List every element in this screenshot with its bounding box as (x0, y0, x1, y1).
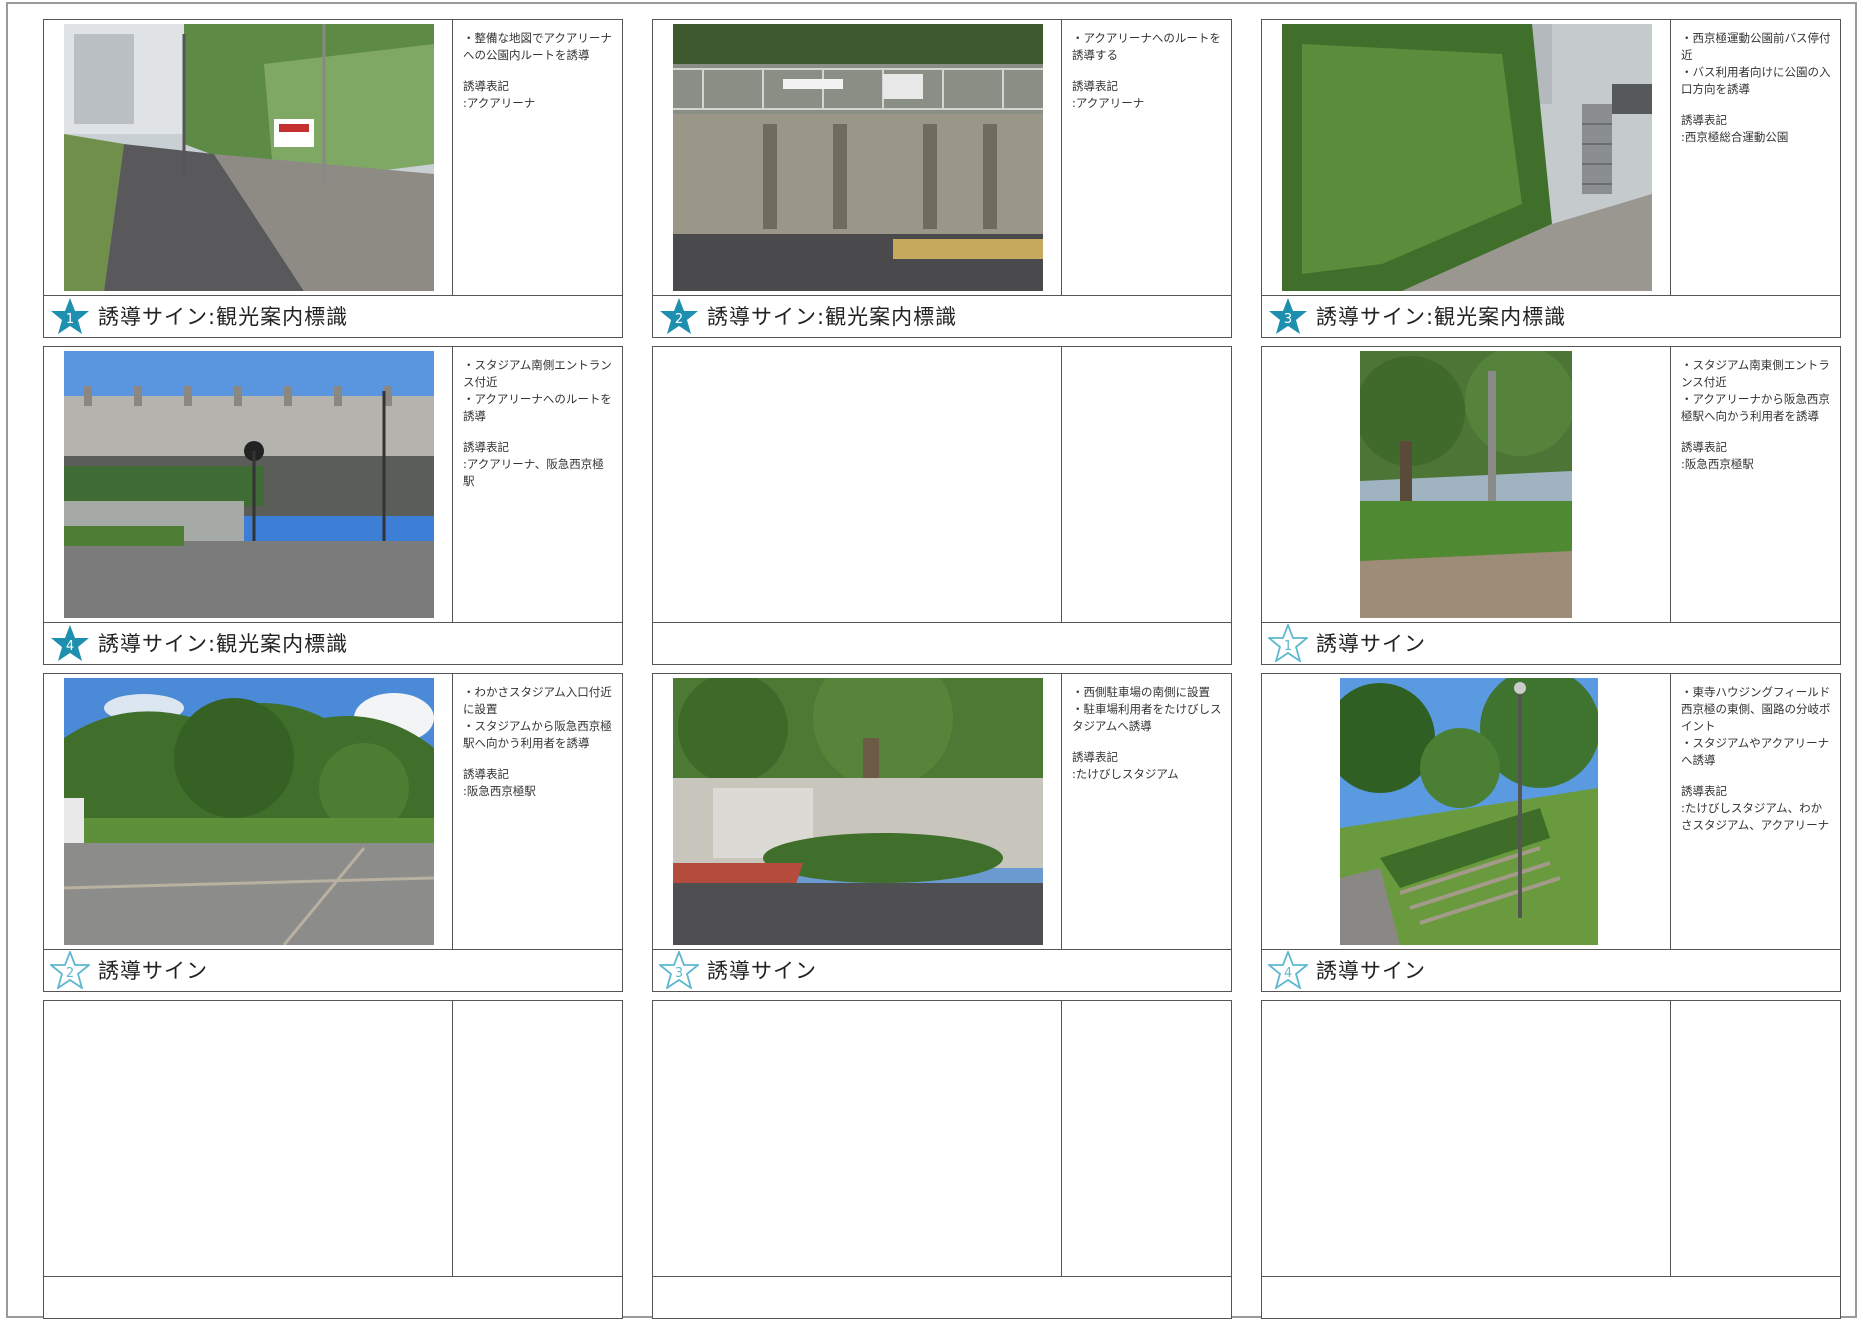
park-path-with-fence-photo (64, 24, 434, 291)
sign-card-8: ・西側駐車場の南側に設置 ・駐車場利用者をたけびしスタジアムへ誘導 誘導表記 :… (652, 673, 1232, 992)
sign-card-7: ・わかさスタジアム入口付近に設置 ・スタジアムから阪急西京極駅へ向かう利用者を誘… (43, 673, 623, 992)
note-indication: 誘導表記 :たけびしスタジアム (1072, 750, 1179, 781)
photo-area (44, 20, 453, 295)
star-badge-outline-icon: 1 (1268, 624, 1308, 662)
photo-area (44, 347, 453, 622)
note-description: ・東寺ハウジングフィールド西京極の東側、園路の分岐ポイント ・スタジアムやアクア… (1681, 685, 1831, 767)
note-indication: 誘導表記 :阪急西京極駅 (463, 767, 536, 798)
sign-type-label: 誘導サイン (1316, 959, 1426, 983)
sign-footer: 1 誘導サイン (1262, 622, 1840, 663)
badge-number: 1 (1284, 639, 1292, 654)
sign-type-label: 誘導サイン:観光案内標識 (1316, 305, 1567, 329)
note-description: ・スタジアム南東側エントランス付近 ・アクアリーナから阪急西京極駅へ向かう利用者… (1681, 358, 1830, 423)
sign-card-6: ・スタジアム南東側エントランス付近 ・アクアリーナから阪急西京極駅へ向かう利用者… (1261, 346, 1841, 665)
sign-footer (44, 1276, 622, 1317)
sign-footer (653, 622, 1231, 663)
sign-type-label: 誘導サイン (707, 959, 817, 983)
sign-card-12 (1261, 1000, 1841, 1319)
badge-number: 1 (66, 312, 74, 327)
sign-notes: ・わかさスタジアム入口付近に設置 ・スタジアムから阪急西京極駅へ向かう利用者を誘… (453, 674, 621, 949)
sign-notes: ・スタジアム南側エントランス付近 ・アクアリーナへのルートを誘導 誘導表記 :ア… (453, 347, 621, 622)
note-description: ・西側駐車場の南側に設置 ・駐車場利用者をたけびしスタジアムへ誘導 (1072, 685, 1222, 733)
sign-card-3: ・西京極運動公園前バス停付近 ・バス利用者向けに公園の入口方向を誘導 誘導表記 … (1261, 19, 1841, 338)
star-badge-icon: 4 (51, 625, 89, 661)
photo-area (653, 674, 1062, 949)
concrete-wall-with-railing-photo (673, 24, 1043, 291)
sign-type-label: 誘導サイン (1316, 632, 1426, 656)
sign-notes (1062, 347, 1230, 622)
badge-number: 4 (1284, 966, 1292, 981)
sign-footer: 2 誘導サイン:観光案内標識 (653, 295, 1231, 336)
sign-footer: 2 誘導サイン (44, 949, 622, 990)
tree-island-parking-photo (673, 678, 1043, 945)
note-indication: 誘導表記 :アクアリーナ、阪急西京極駅 (463, 440, 604, 488)
photo-area (653, 20, 1062, 295)
note-description: ・わかさスタジアム入口付近に設置 ・スタジアムから阪急西京極駅へ向かう利用者を誘… (463, 685, 612, 750)
photo-area (1262, 1001, 1671, 1276)
parking-lot-trees-photo (64, 678, 434, 945)
sign-type-label: 誘導サイン:観光案内標識 (707, 305, 958, 329)
sign-notes: ・東寺ハウジングフィールド西京極の東側、園路の分岐ポイント ・スタジアムやアクア… (1671, 674, 1839, 949)
sign-footer (1262, 1276, 1840, 1317)
note-description: ・西京極運動公園前バス停付近 ・バス利用者向けに公園の入口方向を誘導 (1681, 31, 1831, 96)
sign-notes: ・西側駐車場の南側に設置 ・駐車場利用者をたけびしスタジアムへ誘導 誘導表記 :… (1062, 674, 1230, 949)
sign-notes: ・スタジアム南東側エントランス付近 ・アクアリーナから阪急西京極駅へ向かう利用者… (1671, 347, 1839, 622)
sign-footer: 3 誘導サイン:観光案内標識 (1262, 295, 1840, 336)
sign-notes: ・西京極運動公園前バス停付近 ・バス利用者向けに公園の入口方向を誘導 誘導表記 … (1671, 20, 1839, 295)
sign-type-label: 誘導サイン (98, 959, 208, 983)
note-description: ・アクアリーナへのルートを誘導する (1072, 31, 1221, 62)
star-badge-icon: 1 (51, 298, 89, 334)
note-indication: 誘導表記 :たけびしスタジアム、わかさスタジアム、アクアリーナ (1681, 784, 1830, 832)
badge-number: 3 (1284, 312, 1292, 327)
photo-area (1262, 347, 1671, 622)
sign-type-label: 誘導サイン:観光案内標識 (98, 305, 349, 329)
sign-footer (653, 1276, 1231, 1317)
sign-card-5 (652, 346, 1232, 665)
photo-area (1262, 674, 1671, 949)
photo-area (653, 1001, 1062, 1276)
sign-notes: ・整備な地図でアクアリーナへの公園内ルートを誘導 誘導表記 :アクアリーナ (453, 20, 621, 295)
garden-steps-lamp-photo (1340, 678, 1598, 945)
badge-number: 2 (675, 312, 683, 327)
note-indication: 誘導表記 :アクアリーナ (463, 79, 536, 110)
sign-type-label: 誘導サイン:観光案内標識 (98, 632, 349, 656)
note-description: ・整備な地図でアクアリーナへの公園内ルートを誘導 (463, 31, 612, 62)
star-badge-outline-icon: 2 (50, 951, 90, 989)
sign-notes (1671, 1001, 1839, 1276)
sign-notes (1062, 1001, 1230, 1276)
sign-card-9: ・東寺ハウジングフィールド西京極の東側、園路の分岐ポイント ・スタジアムやアクア… (1261, 673, 1841, 992)
note-indication: 誘導表記 :阪急西京極駅 (1681, 440, 1754, 471)
railway-bridge-underpass-photo (64, 351, 434, 618)
photo-area (44, 1001, 453, 1276)
star-badge-outline-icon: 4 (1268, 951, 1308, 989)
sign-card-2: ・アクアリーナへのルートを誘導する 誘導表記 :アクアリーナ 2 誘導サイン:観… (652, 19, 1232, 338)
sign-footer: 1 誘導サイン:観光案内標識 (44, 295, 622, 336)
badge-number: 4 (66, 639, 74, 654)
star-badge-outline-icon: 3 (659, 951, 699, 989)
sign-notes: ・アクアリーナへのルートを誘導する 誘導表記 :アクアリーナ (1062, 20, 1230, 295)
sign-card-11 (652, 1000, 1232, 1319)
star-badge-icon: 2 (660, 298, 698, 334)
note-description: ・スタジアム南側エントランス付近 ・アクアリーナへのルートを誘導 (463, 358, 612, 423)
hedge-walkway-photo (1282, 24, 1652, 291)
photo-area (653, 347, 1062, 622)
sign-notes (453, 1001, 621, 1276)
photo-area (1262, 20, 1671, 295)
badge-number: 2 (66, 966, 74, 981)
sign-card-10 (43, 1000, 623, 1319)
photo-area (44, 674, 453, 949)
note-indication: 誘導表記 :西京極総合運動公園 (1681, 113, 1789, 144)
star-badge-icon: 3 (1269, 298, 1307, 334)
note-indication: 誘導表記 :アクアリーナ (1072, 79, 1145, 110)
sign-footer: 4 誘導サイン:観光案内標識 (44, 622, 622, 663)
badge-number: 3 (675, 966, 683, 981)
sign-card-4: ・スタジアム南側エントランス付近 ・アクアリーナへのルートを誘導 誘導表記 :ア… (43, 346, 623, 665)
sign-card-1: ・整備な地図でアクアリーナへの公園内ルートを誘導 誘導表記 :アクアリーナ 1 … (43, 19, 623, 338)
sign-footer: 4 誘導サイン (1262, 949, 1840, 990)
sign-footer: 3 誘導サイン (653, 949, 1231, 990)
park-tree-pole-photo (1360, 351, 1572, 618)
